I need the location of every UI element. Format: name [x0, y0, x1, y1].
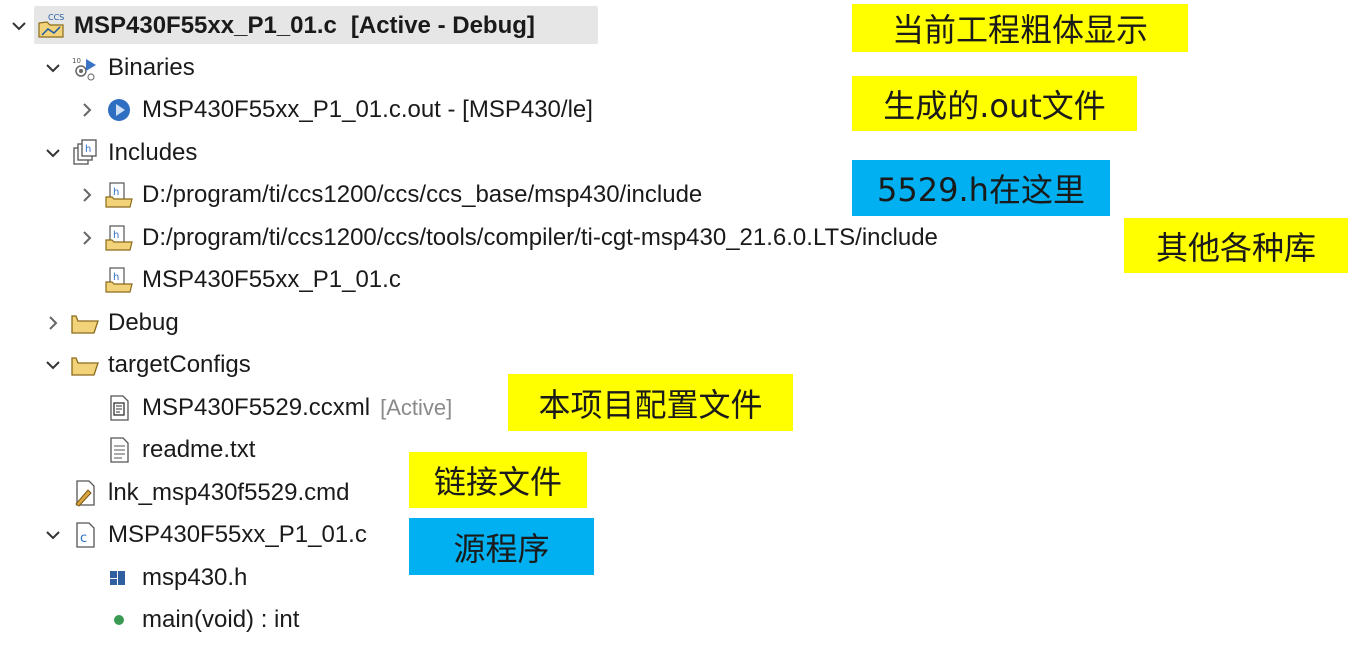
tree-item-header-include[interactable]: msp430.h — [74, 560, 247, 596]
chevron-right-icon[interactable] — [74, 182, 100, 208]
ccxml-status: [Active] — [380, 395, 453, 420]
project-status: [Active - Debug] — [350, 12, 535, 39]
text-file-icon — [104, 435, 134, 465]
annotation-link-file: 链接文件 — [409, 452, 587, 508]
out-file-label: MSP430F55xx_P1_01.c.out - [MSP430/le] — [142, 96, 593, 123]
binaries-icon: 10 — [70, 53, 100, 83]
annotation-project-config: 本项目配置文件 — [508, 374, 793, 431]
tree-item-ccxml[interactable]: MSP430F5529.ccxml [Active] — [74, 390, 452, 426]
include-folder-icon: h — [104, 223, 134, 253]
linker-file-icon — [70, 478, 100, 508]
chevron-down-icon[interactable] — [40, 522, 66, 548]
chevron-right-icon[interactable] — [74, 225, 100, 251]
tree-item-binaries[interactable]: 10 Binaries — [40, 50, 195, 86]
ccxml-file-icon — [104, 393, 134, 423]
tree-item-cmd-file[interactable]: lnk_msp430f5529.cmd — [40, 475, 349, 511]
annotation-generated-out: 生成的.out文件 — [852, 76, 1137, 131]
include-path-label: D:/program/ti/ccs1200/ccs/ccs_base/msp43… — [142, 181, 703, 208]
tree-item-debug[interactable]: Debug — [40, 305, 179, 341]
svg-text:h: h — [113, 272, 119, 283]
annotation-source-program: 源程序 — [409, 518, 594, 575]
tree-item-include-project[interactable]: h MSP430F55xx_P1_01.c — [74, 262, 401, 298]
readme-label: readme.txt — [142, 436, 256, 463]
source-file-label: MSP430F55xx_P1_01.c — [108, 521, 367, 548]
no-expander — [40, 480, 66, 506]
include-path-label: MSP430F55xx_P1_01.c — [142, 266, 401, 293]
svg-text:h: h — [113, 230, 119, 241]
include-directive-icon — [104, 563, 134, 593]
tree-item-function[interactable]: main(void) : int — [74, 602, 299, 638]
no-expander — [74, 395, 100, 421]
svg-text:CCS: CCS — [48, 13, 64, 22]
tree-item-project[interactable]: CCS MSP430F55xx_P1_01.c [Active - Debug] — [6, 8, 535, 44]
annotation-other-libs: 其他各种库 — [1124, 218, 1348, 273]
no-expander — [74, 565, 100, 591]
function-icon — [104, 605, 134, 635]
include-folder-icon: h — [104, 265, 134, 295]
tree-item-out-file[interactable]: MSP430F55xx_P1_01.c.out - [MSP430/le] — [74, 92, 593, 128]
no-expander — [74, 437, 100, 463]
includes-label: Includes — [108, 139, 198, 166]
tree-item-include-path[interactable]: h D:/program/ti/ccs1200/ccs/tools/compil… — [74, 220, 938, 256]
binaries-label: Binaries — [108, 54, 195, 81]
includes-icon: h — [70, 138, 100, 168]
include-folder-icon: h — [104, 180, 134, 210]
chevron-down-icon[interactable] — [6, 13, 32, 39]
executable-play-icon — [104, 95, 134, 125]
project-name: MSP430F55xx_P1_01.c — [74, 12, 337, 39]
folder-open-icon — [70, 350, 100, 380]
tree-item-includes[interactable]: h Includes — [40, 135, 197, 171]
folder-icon — [70, 308, 100, 338]
svg-text:c: c — [80, 531, 87, 546]
chevron-down-icon[interactable] — [40, 352, 66, 378]
include-path-label: D:/program/ti/ccs1200/ccs/tools/compiler… — [142, 224, 938, 251]
debug-label: Debug — [108, 309, 179, 336]
tree-item-readme[interactable]: readme.txt — [74, 432, 255, 468]
header-include-label: msp430.h — [142, 564, 248, 591]
cmd-file-label: lnk_msp430f5529.cmd — [108, 479, 350, 506]
ccxml-label: MSP430F5529.ccxml — [142, 394, 371, 421]
annotation-current-project: 当前工程粗体显示 — [852, 4, 1188, 52]
svg-text:h: h — [85, 144, 91, 155]
target-configs-label: targetConfigs — [108, 351, 251, 378]
c-file-icon: c — [70, 520, 100, 550]
function-label: main(void) : int — [142, 606, 300, 633]
svg-text:h: h — [113, 187, 119, 198]
no-expander — [74, 607, 100, 633]
no-expander — [74, 267, 100, 293]
tree-item-target-configs[interactable]: targetConfigs — [40, 347, 251, 383]
ccs-project-icon: CCS — [36, 11, 66, 41]
svg-text:10: 10 — [72, 57, 81, 65]
chevron-right-icon[interactable] — [74, 97, 100, 123]
chevron-down-icon[interactable] — [40, 55, 66, 81]
annotation-h-file: 5529.h在这里 — [852, 160, 1110, 216]
tree-item-include-path[interactable]: h D:/program/ti/ccs1200/ccs/ccs_base/msp… — [74, 177, 702, 213]
chevron-down-icon[interactable] — [40, 140, 66, 166]
chevron-right-icon[interactable] — [40, 310, 66, 336]
tree-item-source-file[interactable]: c MSP430F55xx_P1_01.c — [40, 517, 367, 553]
